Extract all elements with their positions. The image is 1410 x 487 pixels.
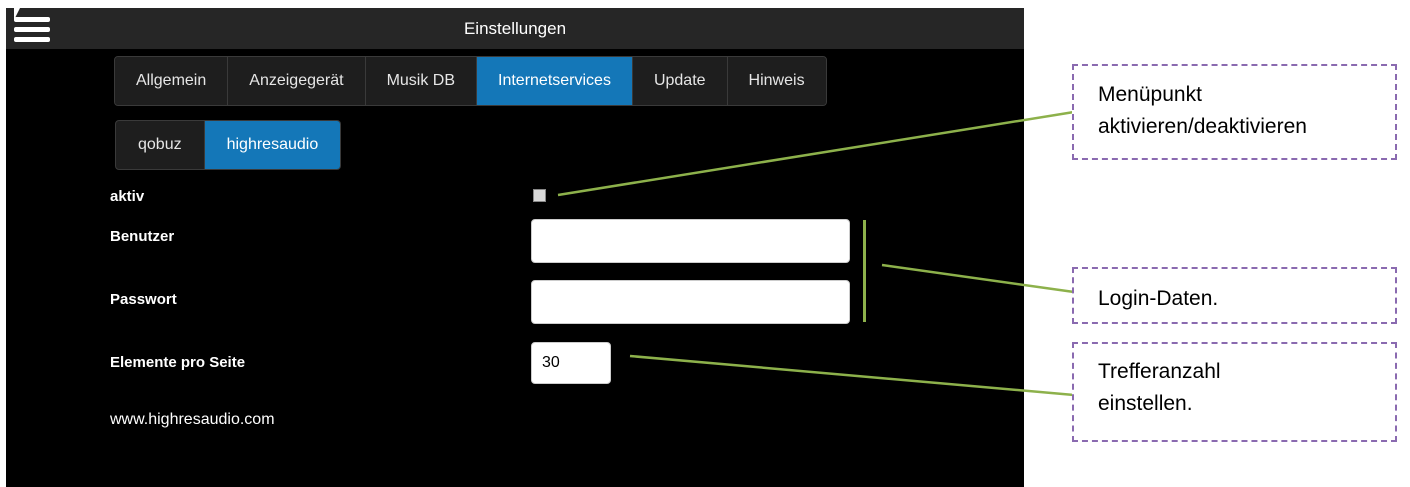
arrow-results — [629, 354, 1085, 401]
annotation-results-line-2: einstellen. — [1098, 392, 1193, 415]
annotation-login-line-1: Login-Daten. — [1098, 287, 1219, 310]
annotation-menu-toggle-line-2: aktivieren/deaktivieren — [1098, 115, 1307, 138]
annotation-results-line-1: Trefferanzahl — [1098, 360, 1221, 383]
annotation-login: Login-Daten. — [1072, 267, 1397, 324]
annotation-results: Trefferanzahl einstellen. — [1072, 342, 1397, 442]
annotation-menu-toggle-line-1: Menüpunkt — [1098, 83, 1202, 106]
arrow-menu-toggle — [557, 105, 1085, 197]
annotation-menu-toggle: Menüpunkt aktivieren/deaktivieren — [1072, 64, 1397, 160]
arrow-login — [881, 263, 1085, 299]
